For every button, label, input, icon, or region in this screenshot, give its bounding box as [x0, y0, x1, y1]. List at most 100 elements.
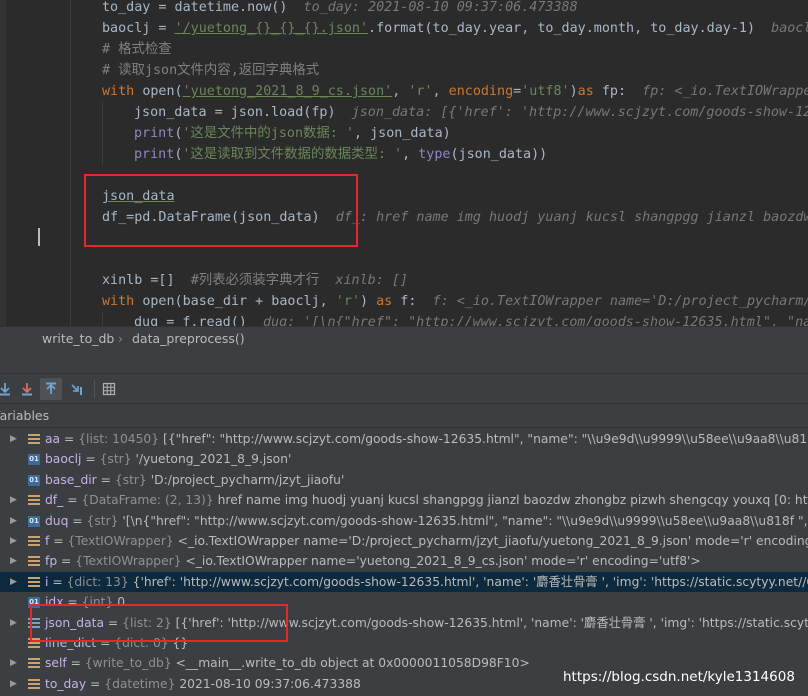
code-token: (json_data)) [450, 147, 548, 162]
code-line[interactable]: duq = f.read() duq: '[\n{"href": "http:/… [0, 312, 808, 326]
code-line[interactable]: with open('yuetong_2021_8_9_cs.json', 'r… [0, 81, 808, 102]
indent-guide [70, 0, 71, 18]
variable-name: f [45, 534, 50, 548]
code-token: 'r' [408, 84, 433, 99]
variable-text: f = {TextIOWrapper} <_io.TextIOWrapper n… [45, 531, 808, 551]
variable-name: self [45, 656, 67, 671]
code-token: ) [359, 294, 377, 309]
indent-guide [70, 81, 71, 102]
step-into-icon[interactable] [16, 378, 38, 400]
variable-name: duq [45, 513, 69, 528]
breadcrumb-item-class[interactable]: write_to_db [42, 331, 114, 346]
breadcrumb-separator-icon: › [118, 331, 123, 346]
code-line-text: json_data = json.load(fp) json_data: [{'… [134, 102, 808, 123]
variable-row-i[interactable]: ▶ i = {dict: 13} {'href': 'http://www.scj… [0, 571, 808, 593]
variable-name: to_day [45, 676, 87, 691]
variable-row-base-dir[interactable]: 01 base_dir = {str} 'D:/project_pycharm/j… [0, 470, 808, 490]
indent-guide [70, 165, 71, 186]
step-out-up-icon[interactable] [40, 378, 62, 400]
code-token: #列表必须装字典才行 [190, 273, 320, 288]
variable-type: {write_to_db} [84, 656, 172, 671]
code-token: to_day: 2021-08-10 09:37:06.473388 [303, 0, 578, 15]
expand-arrow-icon[interactable]: ▶ [10, 653, 17, 673]
code-line[interactable]: json_data = json.load(fp) json_data: [{'… [0, 102, 808, 123]
code-line[interactable]: baoclj = '/yuetong_{}_{}_{}.json'.format… [0, 18, 808, 39]
highlight-box-variable [30, 604, 288, 642]
code-token: xinlb =[] [102, 273, 191, 288]
expand-arrow-icon[interactable]: ▶ [10, 531, 17, 551]
variable-text: fp = {TextIOWrapper} <_io.TextIOWrapper … [45, 554, 701, 569]
variable-value: {'href': 'http://www.scjzyt.com/goods-sh… [132, 574, 808, 589]
variable-value: 2021-08-10 09:37:06.473388 [179, 676, 361, 691]
step-out-icon[interactable] [0, 378, 16, 400]
variable-row-duq[interactable]: ▶ 01 duq = {str} '[\n{"href": "http://www.… [0, 511, 808, 531]
code-token: type [418, 147, 451, 162]
expand-arrow-icon[interactable]: ▶ [10, 511, 17, 531]
variable-text: base_dir = {str} 'D:/project_pycharm/jzy… [45, 472, 345, 487]
expand-arrow-icon[interactable]: ▶ [10, 429, 17, 449]
breadcrumb-item-method[interactable]: data_preprocess() [132, 331, 245, 346]
variable-type: {TextIOWrapper} [67, 534, 174, 548]
variable-row-df-[interactable]: ▶ df_ = {DataFrame: (2, 13)} href name im… [0, 490, 808, 510]
expand-arrow-icon[interactable]: ▶ [10, 572, 17, 592]
variable-type: {DataFrame: (2, 13)} [81, 493, 214, 508]
code-token: '这是文件中的json数据: ' [182, 126, 354, 141]
code-token: , json_data) [354, 126, 451, 141]
code-editor[interactable]: to_day = datetime.now() to_day: 2021-08-… [0, 0, 808, 326]
variable-value: <_io.TextIOWrapper name='D:/project_pych… [177, 534, 808, 548]
variable-row-f[interactable]: ▶ f = {TextIOWrapper} <_io.TextIOWrapper … [0, 531, 808, 551]
expand-arrow-icon[interactable]: ▶ [10, 674, 17, 694]
code-line[interactable]: xinlb =[] #列表必须装字典才行 xinlb: [] [0, 270, 808, 291]
variable-text: duq = {str} '[\n{"href": "http://www.scj… [45, 511, 808, 531]
code-line[interactable]: with open(base_dir + baoclj, 'r') as f: … [0, 291, 808, 312]
variable-name: df_ [45, 493, 64, 508]
variables-list[interactable]: ▶ aa = {list: 10450} [{"href": "http://ww… [0, 429, 808, 696]
variable-name: baoclj [45, 452, 82, 467]
variable-type: {str} [99, 452, 132, 467]
code-line-text: to_day = datetime.now() to_day: 2021-08-… [102, 0, 578, 18]
code-token: encoding [448, 84, 514, 99]
expand-arrow-icon[interactable]: ▶ [10, 551, 17, 571]
variable-name: base_dir [45, 472, 97, 487]
code-token: 'r' [335, 294, 360, 309]
variable-type: {str} [86, 513, 119, 528]
code-line[interactable] [0, 249, 808, 270]
variables-header: Variables [0, 404, 808, 428]
variable-name: fp [45, 554, 58, 569]
indent-guide [70, 270, 71, 291]
code-token: 'utf8' [521, 84, 570, 99]
indent-guide [102, 144, 103, 165]
evaluate-expression-icon[interactable] [98, 378, 120, 400]
code-line[interactable]: # 格式检查 [0, 39, 808, 60]
indent-guide [102, 312, 103, 326]
code-line[interactable]: print('这是文件中的json数据: ', json_data) [0, 123, 808, 144]
expand-arrow-icon[interactable]: ▶ [10, 490, 17, 510]
code-line[interactable]: to_day = datetime.now() to_day: 2021-08-… [0, 0, 808, 18]
indent-guide [70, 144, 71, 165]
indent-guide [70, 291, 71, 312]
code-token: with [102, 294, 143, 309]
code-token: '/yuetong_{}_{}_{}.json' [174, 21, 369, 36]
text-cursor [38, 228, 40, 246]
code-line-text: baoclj = '/yuetong_{}_{}_{}.json'.format… [102, 18, 808, 39]
run-to-cursor-icon[interactable] [66, 378, 88, 400]
indent-guide [70, 186, 71, 207]
object-variable-icon [28, 536, 40, 547]
breadcrumb: write_to_db › data_preprocess() [0, 326, 808, 350]
variable-row-fp[interactable]: ▶ fp = {TextIOWrapper} <_io.TextIOWrapper… [0, 551, 808, 571]
code-token: as [577, 84, 602, 99]
code-line[interactable]: # 读取json文件内容,返回字典格式 [0, 60, 808, 81]
code-token: print [134, 147, 175, 162]
variable-value: '/yuetong_2021_8_9.json' [135, 452, 292, 467]
code-line-text: duq = f.read() duq: '[\n{"href": "http:/… [134, 312, 808, 326]
variable-name: i [45, 574, 49, 589]
code-line[interactable]: print('这是读取到文件数据的数据类型: ', type(json_data… [0, 144, 808, 165]
highlight-box-code [84, 174, 358, 247]
code-token: 'yuetong_2021_8_9_cs.json' [182, 84, 393, 99]
variable-type: {datetime} [104, 676, 176, 691]
toolbar-divider [94, 380, 95, 398]
variable-row-aa[interactable]: ▶ aa = {list: 10450} [{"href": "http://ww… [0, 429, 808, 449]
variable-row-baoclj[interactable]: 01 baoclj = {str} '/yuetong_2021_8_9.json… [0, 449, 808, 469]
expand-arrow-icon[interactable]: ▶ [10, 613, 17, 633]
code-token: with [102, 84, 143, 99]
